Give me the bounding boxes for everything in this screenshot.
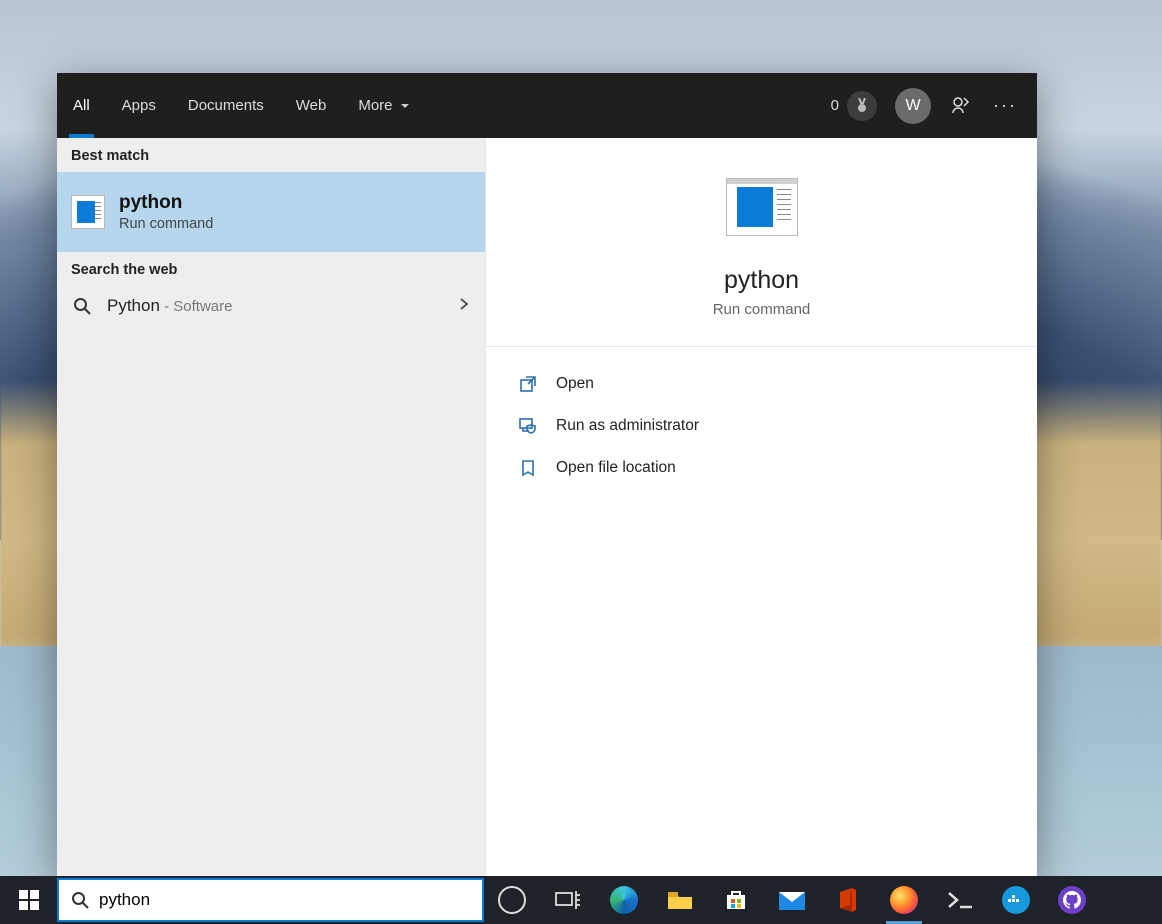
web-result[interactable]: Python - Software: [57, 286, 485, 326]
taskbar-app-docker[interactable]: [988, 876, 1044, 924]
detail-app-icon: [726, 178, 798, 236]
tab-label: All: [73, 97, 90, 114]
windows-logo-icon: [19, 890, 39, 910]
web-suffix: - Software: [160, 298, 233, 315]
avatar-letter: W: [905, 97, 920, 115]
store-icon: [723, 887, 749, 913]
best-match-subtitle: Run command: [119, 216, 213, 232]
tab-more[interactable]: More: [342, 73, 426, 138]
chevron-right-icon: [457, 297, 471, 316]
taskbar-app-github[interactable]: [1044, 876, 1100, 924]
tab-label: More: [358, 97, 392, 114]
admin-shield-icon: [518, 416, 538, 436]
mail-icon: [777, 888, 807, 912]
tab-all[interactable]: All: [57, 73, 106, 138]
taskbar-app-office[interactable]: [820, 876, 876, 924]
chevron-down-icon: [399, 100, 411, 112]
search-scope-tabs: All Apps Documents Web More 0 W: [57, 73, 1037, 138]
search-results-panel: All Apps Documents Web More 0 W: [57, 73, 1037, 876]
office-icon: [836, 886, 860, 914]
taskbar-search-box[interactable]: [57, 878, 484, 922]
cortana-button[interactable]: [484, 876, 540, 924]
action-open-location[interactable]: Open file location: [514, 449, 1009, 487]
terminal-icon: [946, 889, 974, 911]
tab-label: Apps: [122, 97, 156, 114]
feedback-icon[interactable]: [949, 95, 971, 117]
search-icon: [71, 297, 93, 315]
taskbar-app-terminal[interactable]: [932, 876, 988, 924]
action-label: Run as administrator: [556, 417, 699, 435]
open-icon: [518, 374, 538, 394]
rewards-count: 0: [831, 97, 839, 114]
firefox-icon: [890, 886, 918, 914]
taskbar: [0, 876, 1162, 924]
tab-label: Web: [296, 97, 327, 114]
tab-label: Documents: [188, 97, 264, 114]
circle-icon: [498, 886, 526, 914]
user-avatar[interactable]: W: [895, 88, 931, 124]
run-command-icon: [71, 195, 105, 229]
desktop: All Apps Documents Web More 0 W: [0, 0, 1162, 924]
task-view-button[interactable]: [540, 876, 596, 924]
options-button[interactable]: ···: [989, 95, 1021, 116]
action-label: Open: [556, 375, 594, 393]
tab-documents[interactable]: Documents: [172, 73, 280, 138]
docker-icon: [1002, 886, 1030, 914]
result-detail-pane: python Run command Open Run as administr…: [485, 138, 1037, 876]
github-icon: [1058, 886, 1086, 914]
taskbar-app-store[interactable]: [708, 876, 764, 924]
action-run-admin[interactable]: Run as administrator: [514, 407, 1009, 445]
taskbar-app-firefox[interactable]: [876, 876, 932, 924]
detail-title: python: [724, 266, 799, 295]
web-result-text: Python - Software: [107, 296, 232, 316]
taskbar-app-edge[interactable]: [596, 876, 652, 924]
web-term: Python: [107, 296, 160, 315]
taskbar-app-explorer[interactable]: [652, 876, 708, 924]
medal-icon: [847, 91, 877, 121]
taskbar-app-mail[interactable]: [764, 876, 820, 924]
tab-apps[interactable]: Apps: [106, 73, 172, 138]
search-web-heading: Search the web: [57, 252, 485, 286]
action-label: Open file location: [556, 459, 676, 477]
task-view-icon: [555, 889, 581, 911]
action-open[interactable]: Open: [514, 365, 1009, 403]
best-match-heading: Best match: [57, 138, 485, 172]
folder-icon: [666, 888, 694, 912]
search-input[interactable]: [99, 890, 470, 910]
results-list: Best match python Run command Search the…: [57, 138, 485, 876]
search-icon: [71, 891, 89, 909]
edge-icon: [610, 886, 638, 914]
folder-location-icon: [518, 458, 538, 478]
best-match-result[interactable]: python Run command: [57, 172, 485, 252]
detail-subtitle: Run command: [713, 301, 811, 318]
best-match-title: python: [119, 192, 213, 214]
tab-web[interactable]: Web: [280, 73, 343, 138]
start-button[interactable]: [0, 876, 57, 924]
rewards-button[interactable]: 0: [831, 91, 877, 121]
